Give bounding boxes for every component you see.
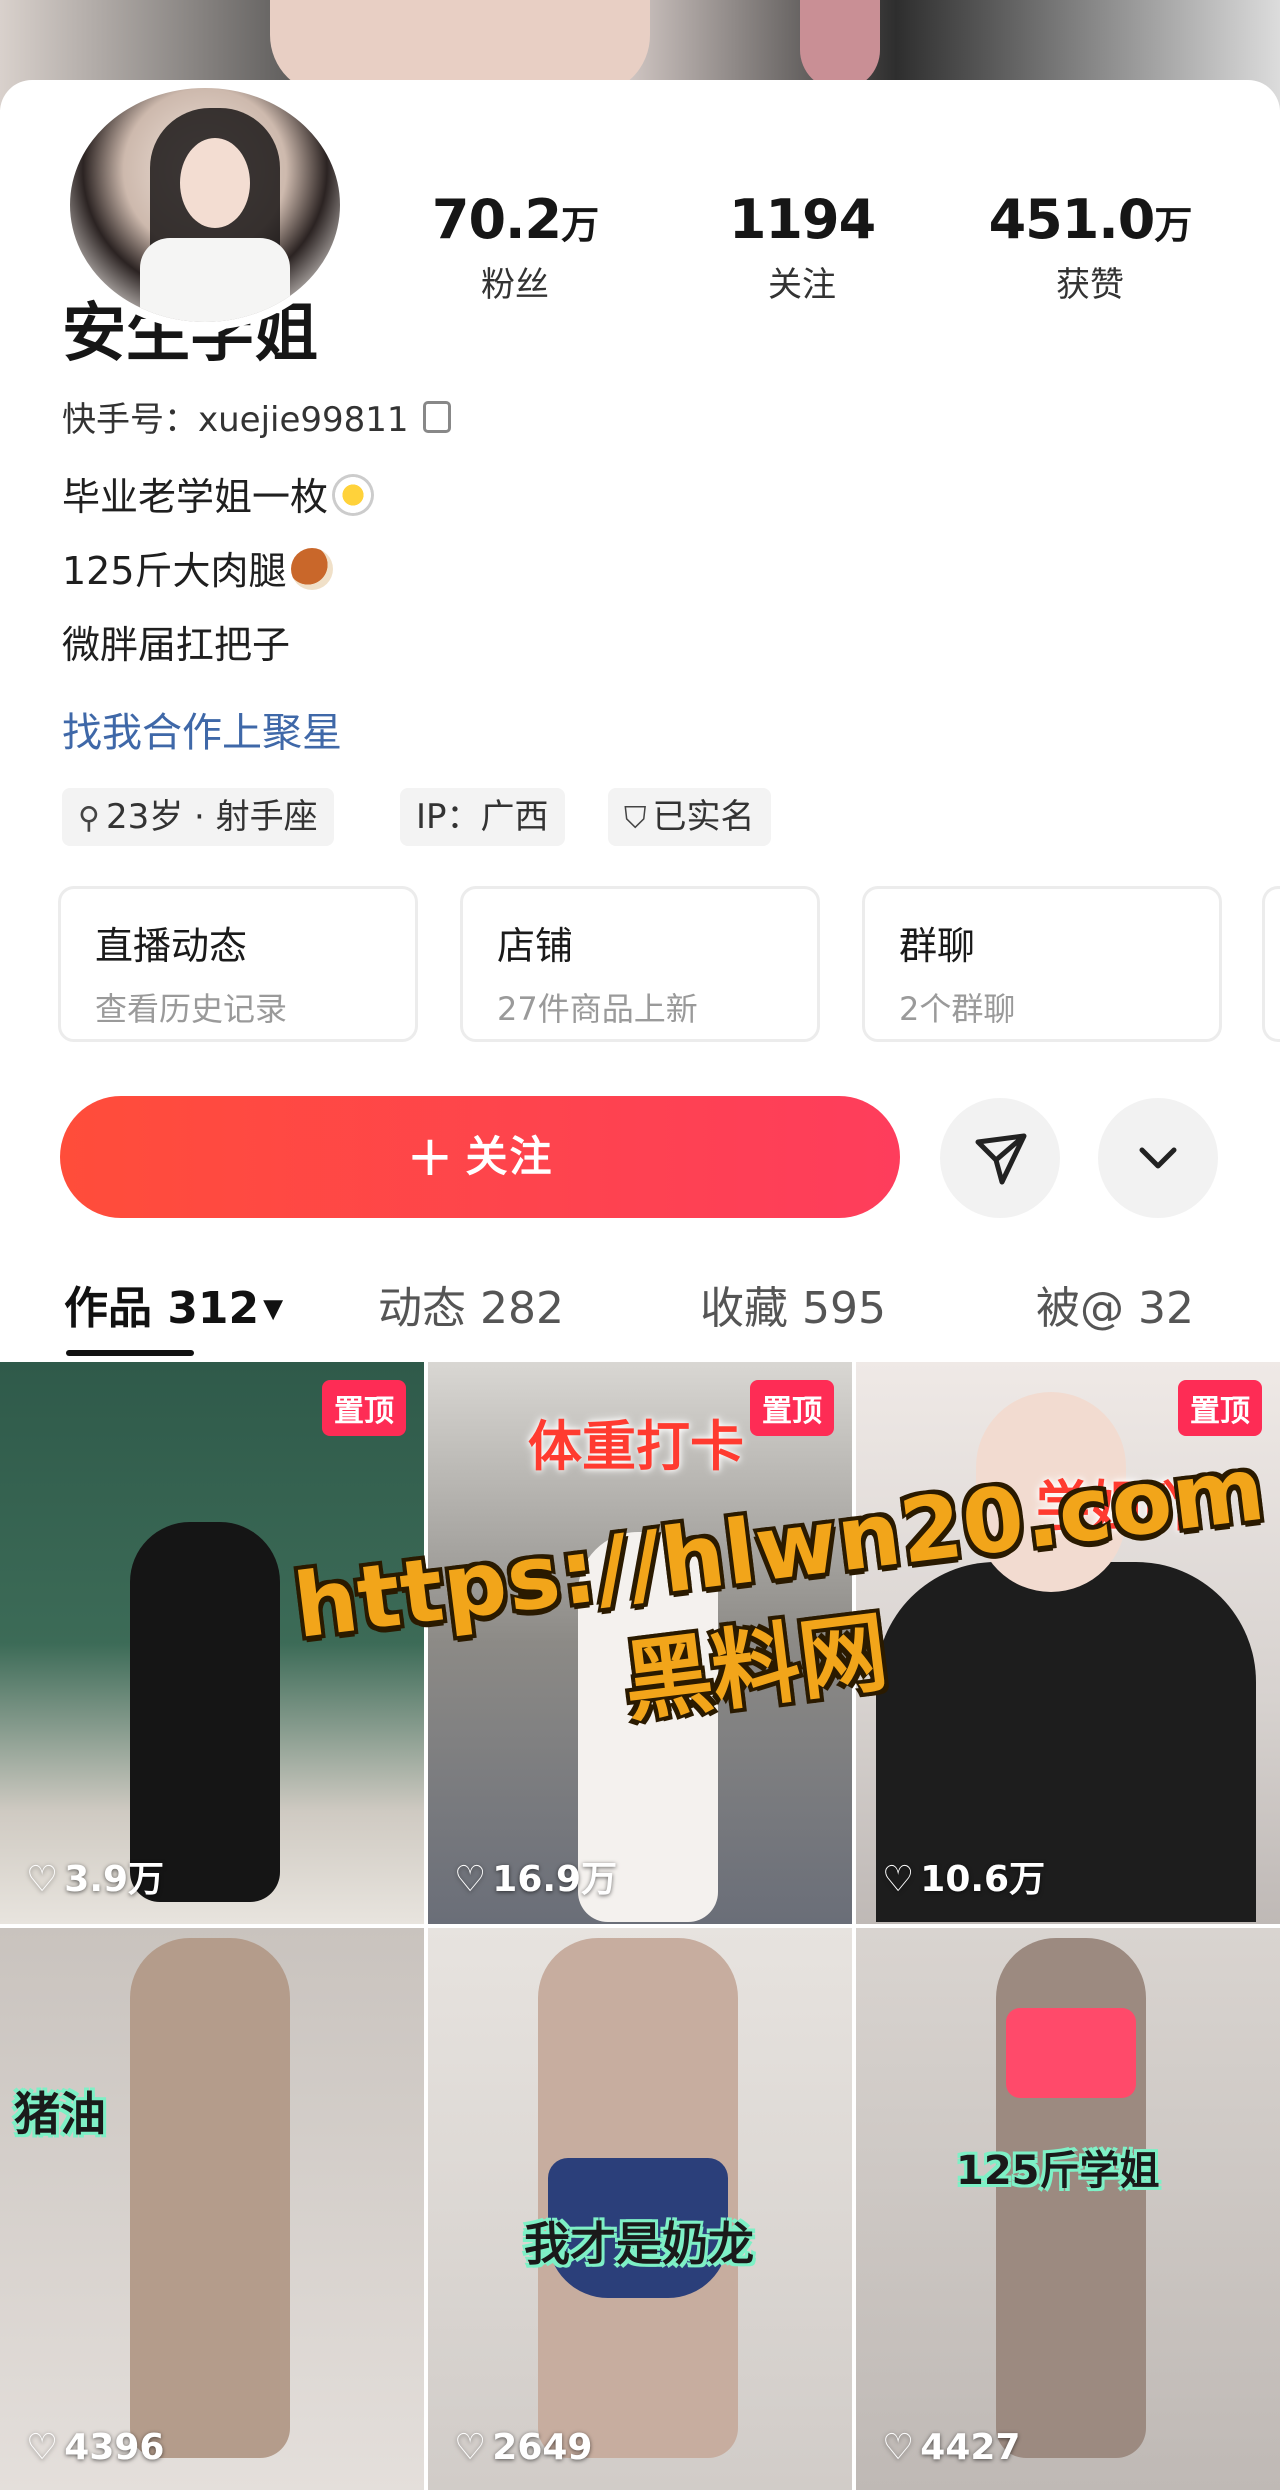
- more-button[interactable]: [1098, 1098, 1218, 1218]
- user-id[interactable]: 快手号：xuejie99811: [62, 392, 451, 441]
- bio-line: 125斤大肉腿: [62, 540, 333, 595]
- fried-egg-icon: [332, 474, 375, 516]
- plus-icon: +: [406, 1124, 456, 1189]
- collab-link[interactable]: 找我合作上聚星: [62, 700, 342, 758]
- bio-line: 微胖届扛把子: [62, 623, 291, 667]
- stat-followers[interactable]: 70.2万 粉丝: [405, 188, 625, 306]
- caret-down-icon: ▼: [263, 1294, 284, 1324]
- follow-button[interactable]: + 关注: [60, 1096, 900, 1218]
- tab-indicator: [66, 1350, 194, 1356]
- tag-ip: IP：广西: [400, 788, 565, 846]
- chevron-down-icon: [1139, 1147, 1177, 1169]
- avatar[interactable]: [62, 80, 348, 330]
- heart-icon: ♡: [454, 2427, 487, 2468]
- tag-verified: ⛉ 已实名: [608, 788, 771, 846]
- video-tile[interactable]: 125斤学姐 ♡ 4427: [856, 1928, 1280, 2490]
- video-tile[interactable]: 猪油 ♡ 4396: [0, 1928, 424, 2490]
- send-icon: [975, 1133, 1027, 1185]
- heart-icon: ♡: [26, 2427, 59, 2468]
- cover-photo-vase: [800, 0, 880, 90]
- heart-icon: ♡: [26, 1859, 59, 1900]
- share-button[interactable]: [940, 1098, 1060, 1218]
- copy-icon[interactable]: [422, 401, 451, 433]
- heart-icon: ♡: [882, 1859, 915, 1900]
- bio-line: 毕业老学姐一枚: [62, 466, 375, 521]
- tab-mentions[interactable]: 被@ 32: [1036, 1272, 1194, 1336]
- heart-icon: ♡: [454, 1859, 487, 1900]
- stat-likes[interactable]: 451.0万 获赞: [980, 188, 1200, 306]
- card-more-partial[interactable]: [1262, 886, 1280, 1042]
- heart-icon: ♡: [882, 2427, 915, 2468]
- shield-icon: ⛉: [624, 801, 647, 836]
- tab-favorites[interactable]: 收藏 595: [700, 1272, 886, 1336]
- card-group-chat[interactable]: 群聊 2个群聊: [862, 886, 1222, 1042]
- card-live[interactable]: 直播动态 查看历史记录: [58, 886, 418, 1042]
- gender-icon: ⚲: [78, 801, 100, 836]
- drumstick-icon: [290, 548, 333, 590]
- tag-age: ⚲ 23岁 · 射手座: [62, 788, 334, 846]
- tab-moments[interactable]: 动态 282: [378, 1272, 564, 1336]
- video-tile[interactable]: 我才是奶龙 ♡ 2649: [428, 1928, 852, 2490]
- card-shop[interactable]: 店铺 27件商品上新: [460, 886, 820, 1042]
- tab-works[interactable]: 作品 312 ▼: [64, 1272, 283, 1336]
- stat-following[interactable]: 1194 关注: [692, 188, 912, 306]
